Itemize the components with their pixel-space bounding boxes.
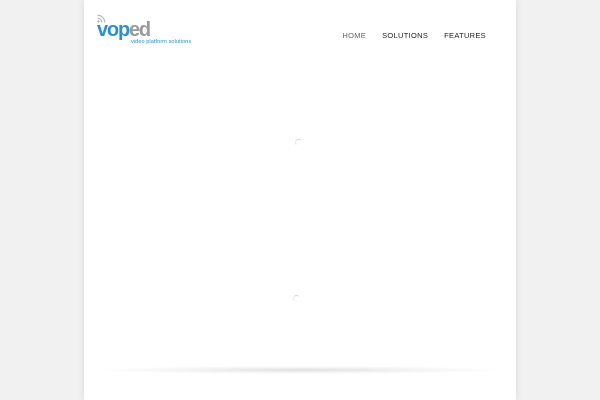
nav-item-home[interactable]: HOME	[334, 31, 374, 41]
page-container	[84, 0, 516, 400]
rss-icon[interactable]	[97, 10, 106, 23]
loading-spinner-icon	[293, 295, 300, 302]
logo-wordmark: voped	[97, 19, 151, 41]
logo-tagline: video platform solutions	[131, 39, 192, 45]
main-nav: HOME SOLUTIONS FEATURES	[334, 31, 494, 41]
nav-item-features[interactable]: FEATURES	[436, 31, 494, 41]
logo[interactable]: voped video platform solutions	[97, 19, 197, 47]
loading-spinner-icon	[295, 139, 302, 146]
nav-item-solutions[interactable]: SOLUTIONS	[374, 31, 436, 41]
content-bottom-shadow	[100, 366, 500, 374]
